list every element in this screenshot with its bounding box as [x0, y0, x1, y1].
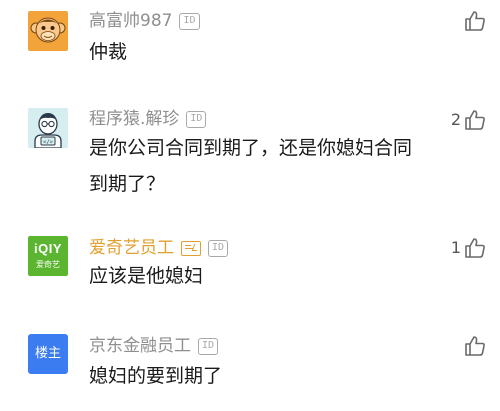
id-badge: ID [198, 337, 219, 355]
svg-text:</>: </> [43, 140, 54, 146]
comment-text: 仲裁 [89, 34, 429, 70]
comment-item: 楼主 京东金融员工 ID 媳妇的要到期了 [0, 322, 500, 411]
comment-text: 媳妇的要到期了 [89, 358, 429, 394]
comment-text: 是你公司合同到期了，还是你媳妇合同 到期了？ [89, 130, 429, 202]
louzhu-avatar[interactable]: 楼主 [28, 334, 68, 374]
comment-text: 应该是他媳妇 [89, 258, 429, 294]
iqiyi-logo-avatar[interactable]: iQIY 爱奇艺 [28, 236, 68, 276]
like-count: 1 [450, 238, 461, 257]
comment-header: 高富帅987 ID [89, 9, 200, 33]
comment-item: </> 程序猿.解珍 ID 是你公司合同到期了，还是你媳妇合同 到期了？ 2 [0, 98, 500, 210]
like-count: 2 [450, 110, 461, 129]
monkey-avatar-icon[interactable] [28, 11, 68, 51]
verified-staff-icon [181, 240, 201, 256]
thumbs-up-icon [465, 11, 485, 31]
username[interactable]: 程序猿.解珍 [89, 107, 179, 131]
comment-header: 爱奇艺员工 ID [89, 236, 229, 260]
comment-item: iQIY 爱奇艺 爱奇艺员工 ID 应该是他媳妇 1 [0, 224, 500, 314]
louzhu-badge-text: 楼主 [34, 346, 61, 361]
comment-text-line: 应该是他媳妇 [89, 265, 204, 287]
comment-text-line: 媳妇的要到期了 [89, 365, 223, 387]
username[interactable]: 京东金融员工 [89, 334, 191, 358]
thumbs-up-icon [465, 336, 485, 356]
id-badge: ID [208, 239, 229, 257]
username[interactable]: 爱奇艺员工 [89, 236, 174, 260]
thumbs-up-icon [465, 110, 485, 130]
comment-header: 京东金融员工 ID [89, 334, 219, 358]
programmer-avatar-icon[interactable]: </> [28, 108, 68, 148]
comment-text-line: 到期了？ [89, 173, 166, 195]
comment-header: 程序猿.解珍 ID [89, 107, 207, 131]
comment-text-line: 仲裁 [89, 41, 128, 63]
id-badge: ID [186, 110, 207, 128]
comment-item: 高富帅987 ID 仲裁 [0, 0, 500, 90]
comment-text-line: 是你公司合同到期了，还是你媳妇合同 [89, 137, 413, 159]
iqiyi-sub-text: 爱奇艺 [36, 260, 60, 269]
thumbs-up-icon [465, 238, 485, 258]
id-badge: ID [179, 12, 200, 30]
like-button[interactable] [461, 9, 486, 33]
username[interactable]: 高富帅987 [89, 9, 172, 33]
like-button[interactable]: 2 [451, 108, 486, 132]
iqiyi-logo-text: iQIY [33, 241, 62, 256]
like-button[interactable]: 1 [451, 236, 486, 260]
like-button[interactable] [461, 334, 486, 358]
